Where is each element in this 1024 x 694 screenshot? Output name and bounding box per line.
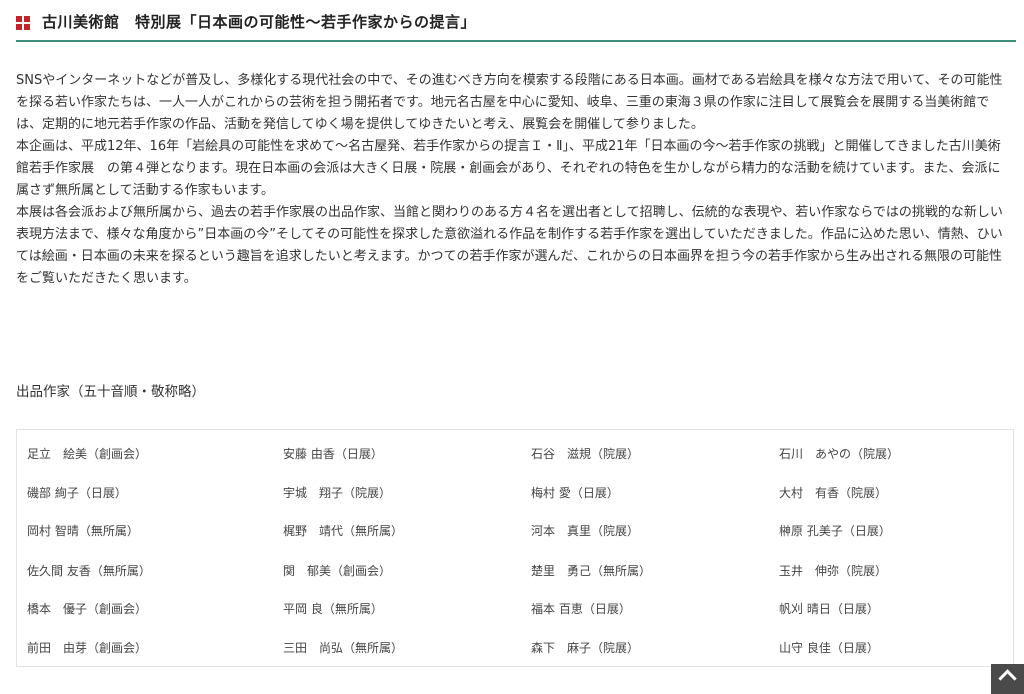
artist-name: 玉井 伸弥（院展） [779, 564, 888, 578]
table-row: 橋本 優子（創画会） 平岡 良（無所属） 福本 百恵（日展） 帆刈 晴日（日展） [17, 588, 1013, 627]
artist-name: 楚里 勇己（無所属） [531, 564, 652, 578]
artist-name: 梶野 靖代（無所属） [283, 524, 404, 538]
intro-text: SNSやインターネットなどが普及し、多様化する現代社会の中で、その進むべき方向を… [16, 70, 1012, 290]
artist-name: 梅村 愛（日展） [531, 486, 619, 500]
artist-table: 足立 絵美（創画会） 安藤 由香（日展） 石谷 滋規（院展） 石川 あやの（院展） 磯部… [16, 429, 1014, 667]
table-row: 佐久間 友香（無所属） 関 郁美（創画会） 楚里 勇己（無所属） 玉井 伸弥（院展） [17, 550, 1013, 589]
artist-name: 山守 良佳（日展） [779, 641, 879, 655]
intro-paragraph: SNSやインターネットなどが普及し、多様化する現代社会の中で、その進むべき方向を… [16, 73, 1003, 132]
artist-name: 石川 あやの（院展） [779, 447, 900, 461]
table-row: 磯部 絢子（日展） 宇城 翔子（院展） 梅村 愛（日展） 大村 有香（院展） [17, 472, 1013, 511]
artist-name: 大村 有香（院展） [779, 486, 888, 500]
table-row: 足立 絵美（創画会） 安藤 由香（日展） 石谷 滋規（院展） 石川 あやの（院展） [17, 433, 1013, 472]
artist-name: 榊原 孔美子（日展） [779, 524, 891, 538]
artist-name: 石谷 滋規（院展） [531, 447, 640, 461]
red-squares-logo-icon [16, 16, 30, 30]
scroll-to-top-button[interactable] [991, 664, 1024, 694]
artist-name: 佐久間 友香（無所属） [27, 564, 151, 578]
page-title: 古川美術館 特別展「日本画の可能性～若手作家からの提言」 [42, 13, 477, 31]
artist-name: 前田 由芽（創画会） [27, 641, 148, 655]
chevron-up-icon [998, 669, 1017, 688]
artist-name: 三田 尚弘（無所属） [283, 641, 404, 655]
page-header: 古川美術館 特別展「日本画の可能性～若手作家からの提言」 [16, 10, 1016, 42]
intro-paragraph: 本企画は、平成12年、16年「岩絵具の可能性を求めて～名古屋発、若手作家からの提… [16, 139, 1001, 198]
artist-name: 宇城 翔子（院展） [283, 486, 392, 500]
intro-paragraph: 本展は各会派および無所属から、過去の若手作家展の出品作家、当館と関わりのある方４… [16, 205, 1003, 286]
artist-name: 福本 百恵（日展） [531, 602, 631, 616]
table-row: 前田 由芽（創画会） 三田 尚弘（無所属） 森下 麻子（院展） 山守 良佳（日展） [17, 627, 1013, 666]
artist-name: 河本 真里（院展） [531, 524, 640, 538]
artist-name: 平岡 良（無所属） [283, 602, 383, 616]
artists-heading: 出品作家（五十音順・敬称略） [16, 384, 205, 400]
artist-name: 森下 麻子（院展） [531, 641, 640, 655]
artist-name: 橋本 優子（創画会） [27, 602, 148, 616]
table-row: 岡村 智晴（無所属） 梶野 靖代（無所属） 河本 真里（院展） 榊原 孔美子（日展） [17, 510, 1013, 549]
artist-name: 帆刈 晴日（日展） [779, 602, 879, 616]
artist-name: 磯部 絢子（日展） [27, 486, 127, 500]
artist-name: 足立 絵美（創画会） [27, 447, 148, 461]
artist-name: 関 郁美（創画会） [283, 564, 392, 578]
artist-name: 安藤 由香（日展） [283, 447, 383, 461]
artist-name: 岡村 智晴（無所属） [27, 524, 139, 538]
